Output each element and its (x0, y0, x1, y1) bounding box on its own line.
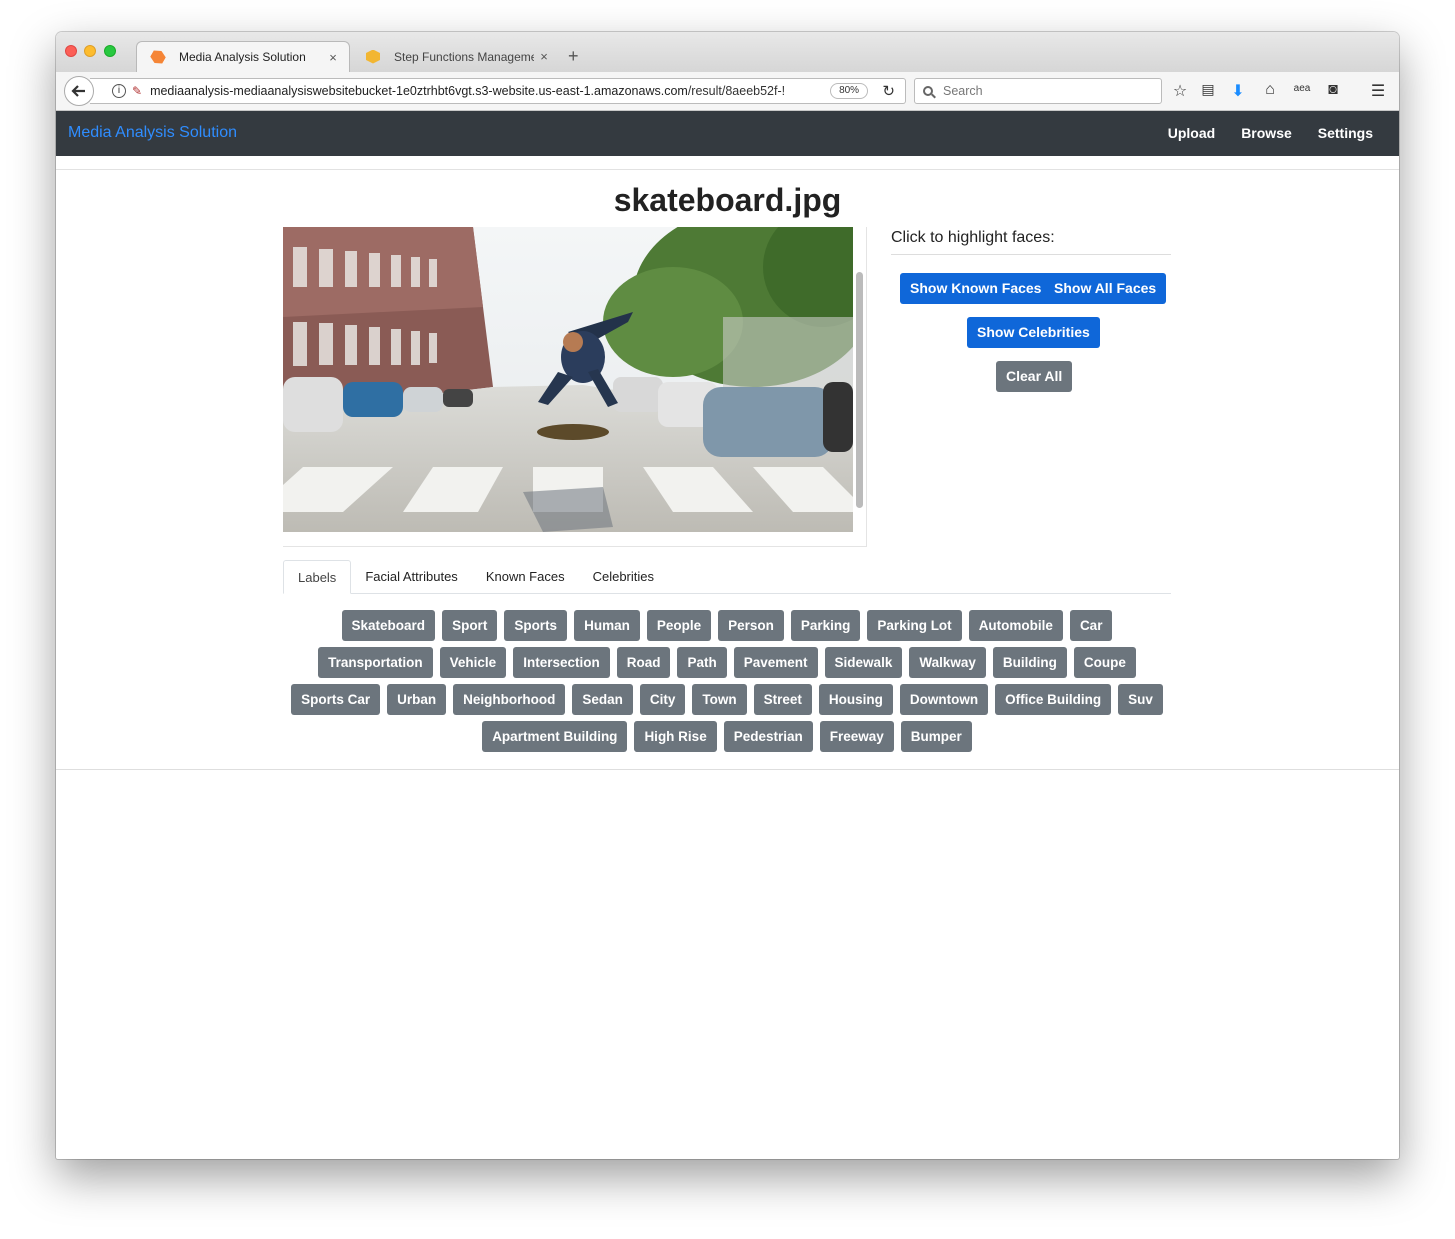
aws-orange-cube-icon (148, 47, 167, 66)
label-chip[interactable]: Transportation (318, 647, 433, 678)
label-chip[interactable]: Parking Lot (867, 610, 962, 641)
label-chip[interactable]: Coupe (1073, 647, 1136, 678)
nav-links: Upload Browse Settings (1168, 125, 1373, 141)
new-tab-button[interactable]: + (568, 46, 579, 67)
reload-icon[interactable]: ↻ (882, 82, 895, 100)
label-chip[interactable]: Freeway (819, 721, 894, 752)
label-chip[interactable]: Human (574, 610, 640, 641)
amazon-assistant-icon[interactable]: aea (1291, 83, 1313, 94)
url-path: /result/8aeeb52f-! (687, 84, 786, 98)
tab-strip: Media Analysis Solution × Step Functions… (56, 32, 1399, 72)
url-text[interactable]: mediaanalysis-mediaanalysiswebsitebucket… (150, 84, 810, 98)
tab-title: Step Functions Manageme... (394, 49, 534, 64)
search-icon (923, 86, 933, 96)
label-chip[interactable]: Neighborhood (453, 684, 566, 715)
label-chip[interactable]: Car (1069, 610, 1113, 641)
media-scrollbar[interactable] (856, 272, 863, 508)
label-chip[interactable]: Sidewalk (824, 647, 903, 678)
labels-list: Skateboard Sport Sports Human People Person Pa… (283, 610, 1171, 752)
label-chip[interactable]: Pavement (733, 647, 818, 678)
browser-tab-media-analysis[interactable]: Media Analysis Solution × (136, 41, 350, 72)
label-chip[interactable]: People (646, 610, 712, 641)
label-chip[interactable]: Automobile (968, 610, 1063, 641)
search-bar[interactable]: Search (914, 78, 1162, 104)
label-chip[interactable]: Sports (504, 610, 568, 641)
aws-yellow-cube-icon (366, 49, 380, 64)
tab-labels[interactable]: Labels (283, 560, 352, 594)
tab-known-faces[interactable]: Known Faces (472, 560, 579, 594)
divider (56, 169, 1399, 170)
brand-link[interactable]: Media Analysis Solution (68, 124, 237, 142)
nav-browse-link[interactable]: Browse (1241, 125, 1292, 141)
address-bar[interactable]: i ✎ mediaanalysis-mediaanalysiswebsitebu… (90, 78, 906, 104)
label-chip[interactable]: Street (753, 684, 812, 715)
label-chip[interactable]: Skateboard (341, 610, 436, 641)
label-chip[interactable]: Road (616, 647, 671, 678)
browser-window: Media Analysis Solution × Step Functions… (56, 32, 1399, 1159)
label-chip[interactable]: Sport (442, 610, 498, 641)
nav-settings-link[interactable]: Settings (1318, 125, 1373, 141)
url-host: mediaanalysis-mediaanalysiswebsitebucket… (150, 84, 688, 98)
label-chip[interactable]: City (639, 684, 686, 715)
mixed-content-icon[interactable]: ✎ (132, 84, 142, 98)
label-chip[interactable]: Downtown (899, 684, 989, 715)
label-chip[interactable]: Office Building (995, 684, 1112, 715)
tab-title: Media Analysis Solution (179, 50, 306, 64)
show-known-faces-button[interactable]: Show Known Faces (900, 273, 1052, 304)
minimize-window-button[interactable] (84, 45, 96, 57)
label-chip[interactable]: Walkway (909, 647, 986, 678)
label-chip[interactable]: Town (692, 684, 747, 715)
close-tab-icon[interactable]: × (534, 49, 554, 64)
skateboard-photo (283, 227, 853, 532)
label-chip[interactable]: Apartment Building (482, 721, 628, 752)
label-chip[interactable]: Housing (818, 684, 893, 715)
label-chip[interactable]: Sedan (572, 684, 633, 715)
browser-tab-step-functions[interactable]: Step Functions Manageme... × (352, 41, 560, 72)
label-chip[interactable]: Building (992, 647, 1067, 678)
info-icon[interactable]: i (112, 84, 126, 98)
label-chip[interactable]: Intersection (513, 647, 610, 678)
label-chip[interactable]: Path (677, 647, 727, 678)
label-chip[interactable]: Bumper (900, 721, 972, 752)
browser-toolbar: i ✎ mediaanalysis-mediaanalysiswebsitebu… (56, 72, 1399, 111)
privacy-badger-icon[interactable]: ◙ (1322, 81, 1344, 99)
clear-all-button[interactable]: Clear All (996, 361, 1073, 392)
label-chip[interactable]: Person (718, 610, 784, 641)
show-all-faces-button[interactable]: Show All Faces (1044, 273, 1167, 304)
show-celebrities-button[interactable]: Show Celebrities (967, 317, 1100, 348)
label-chip[interactable]: Urban (387, 684, 447, 715)
zoom-window-button[interactable] (104, 45, 116, 57)
faces-heading: Click to highlight faces: (891, 229, 1171, 255)
label-chip[interactable]: Parking (790, 610, 861, 641)
label-chip[interactable]: Sports Car (291, 684, 381, 715)
footer-divider (56, 769, 1399, 770)
search-placeholder: Search (943, 84, 983, 98)
site-navbar: Media Analysis Solution Upload Browse Se… (56, 111, 1399, 156)
close-tab-icon[interactable]: × (323, 50, 343, 65)
media-viewer[interactable] (283, 227, 867, 547)
label-chip[interactable]: Vehicle (439, 647, 507, 678)
label-chip[interactable]: Pedestrian (723, 721, 813, 752)
file-title: skateboard.jpg (613, 182, 842, 218)
tab-facial-attributes[interactable]: Facial Attributes (351, 560, 472, 594)
result-tabs: Labels Facial Attributes Known Faces Cel… (283, 560, 1171, 594)
close-window-button[interactable] (65, 45, 77, 57)
back-button[interactable] (64, 76, 94, 106)
tab-celebrities[interactable]: Celebrities (579, 560, 668, 594)
home-icon[interactable]: ⌂ (1259, 81, 1281, 99)
bookmark-star-icon[interactable]: ☆ (1169, 81, 1191, 101)
reading-list-icon[interactable]: ▤ (1197, 81, 1219, 98)
downloads-icon[interactable]: ⬇ (1227, 81, 1249, 101)
nav-upload-link[interactable]: Upload (1168, 125, 1215, 141)
label-chip[interactable]: High Rise (634, 721, 717, 752)
label-chip[interactable]: Suv (1118, 684, 1163, 715)
zoom-level-badge[interactable]: 80% (830, 83, 869, 99)
hamburger-menu-icon[interactable]: ☰ (1367, 81, 1389, 101)
back-arrow-icon (71, 85, 85, 97)
